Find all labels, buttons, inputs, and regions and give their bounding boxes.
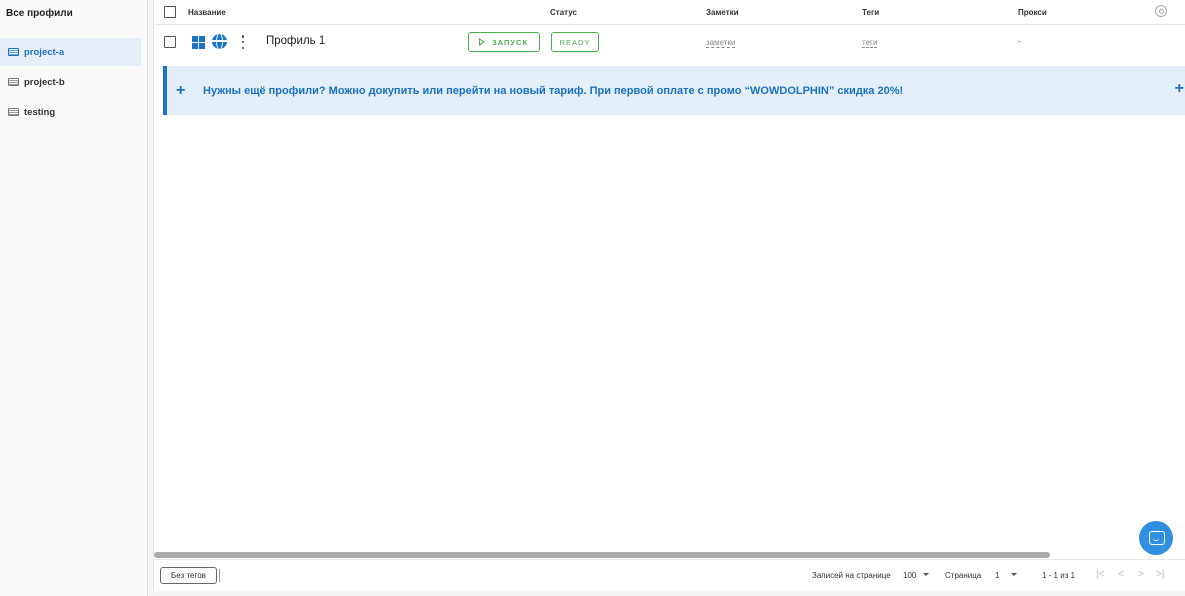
no-tags-button[interactable]: Без тегов xyxy=(160,567,217,584)
column-header-tags[interactable]: Теги xyxy=(862,8,879,17)
folder-icon xyxy=(8,108,19,116)
play-icon xyxy=(478,38,486,46)
last-page-icon[interactable]: >| xyxy=(1156,569,1164,580)
tags-field[interactable]: теги xyxy=(862,38,878,48)
table-footer: Без тегов Записей на странице 100 Страни… xyxy=(154,559,1185,591)
sidebar-title[interactable]: Все профили xyxy=(6,8,73,19)
sidebar-item-project-a[interactable]: project-a xyxy=(0,38,141,66)
prev-page-icon[interactable]: < xyxy=(1118,569,1124,580)
table-row[interactable]: Профиль 1 ЗАПУСК READY заметки теги - xyxy=(154,26,1185,58)
expand-plus-icon[interactable]: + xyxy=(1175,80,1184,98)
chevron-down-icon[interactable] xyxy=(923,573,929,576)
next-page-icon[interactable]: > xyxy=(1138,569,1144,580)
notes-field[interactable]: заметки xyxy=(706,38,736,48)
profile-name[interactable]: Профиль 1 xyxy=(266,35,325,47)
more-vertical-icon[interactable] xyxy=(240,34,246,50)
rows-per-page-select[interactable]: 100 xyxy=(903,571,916,580)
horizontal-scrollbar[interactable] xyxy=(154,552,1050,558)
sidebar-item-label: project-a xyxy=(24,46,65,58)
launch-button-label: ЗАПУСК xyxy=(491,37,529,47)
sidebar-item-label: testing xyxy=(24,106,56,118)
profiles-panel: Название Статус Заметки Теги Прокси Проф… xyxy=(153,0,1185,591)
footer-divider xyxy=(219,569,220,582)
column-header-proxy[interactable]: Прокси xyxy=(1018,8,1047,17)
column-header-name[interactable]: Название xyxy=(188,8,226,17)
first-page-icon[interactable]: |< xyxy=(1096,569,1104,580)
globe-icon xyxy=(212,34,227,49)
proxy-value: - xyxy=(1018,37,1021,46)
upgrade-banner[interactable]: + Нужны ещё профили? Можно докупить или … xyxy=(163,66,1185,115)
gear-icon[interactable] xyxy=(1155,5,1167,17)
pagination-range: 1 - 1 из 1 xyxy=(1042,571,1076,580)
select-all-checkbox[interactable] xyxy=(164,6,176,18)
column-header-status[interactable]: Статус xyxy=(550,8,577,17)
sidebar-item-project-b[interactable]: project-b xyxy=(0,68,141,96)
page-select[interactable]: 1 xyxy=(995,571,999,580)
row-checkbox[interactable] xyxy=(164,36,176,48)
windows-icon xyxy=(192,36,205,49)
banner-text: Нужны ещё профили? Можно докупить или пе… xyxy=(203,84,904,97)
sidebar-item-label: project-b xyxy=(24,76,65,88)
status-badge: READY xyxy=(551,32,599,52)
sidebar: Все профили project-a project-b testing xyxy=(0,0,148,596)
column-header-notes[interactable]: Заметки xyxy=(706,8,739,17)
rows-per-page-label: Записей на странице xyxy=(812,571,891,580)
sidebar-item-testing[interactable]: testing xyxy=(0,98,141,126)
plus-icon: + xyxy=(176,81,186,99)
chat-icon[interactable] xyxy=(1139,521,1173,555)
launch-button[interactable]: ЗАПУСК xyxy=(468,32,540,52)
page-label: Страница xyxy=(945,571,982,580)
folder-icon xyxy=(8,78,19,86)
table-header: Название Статус Заметки Теги Прокси xyxy=(154,0,1185,25)
folder-icon xyxy=(8,48,19,56)
chevron-down-icon[interactable] xyxy=(1011,573,1017,576)
